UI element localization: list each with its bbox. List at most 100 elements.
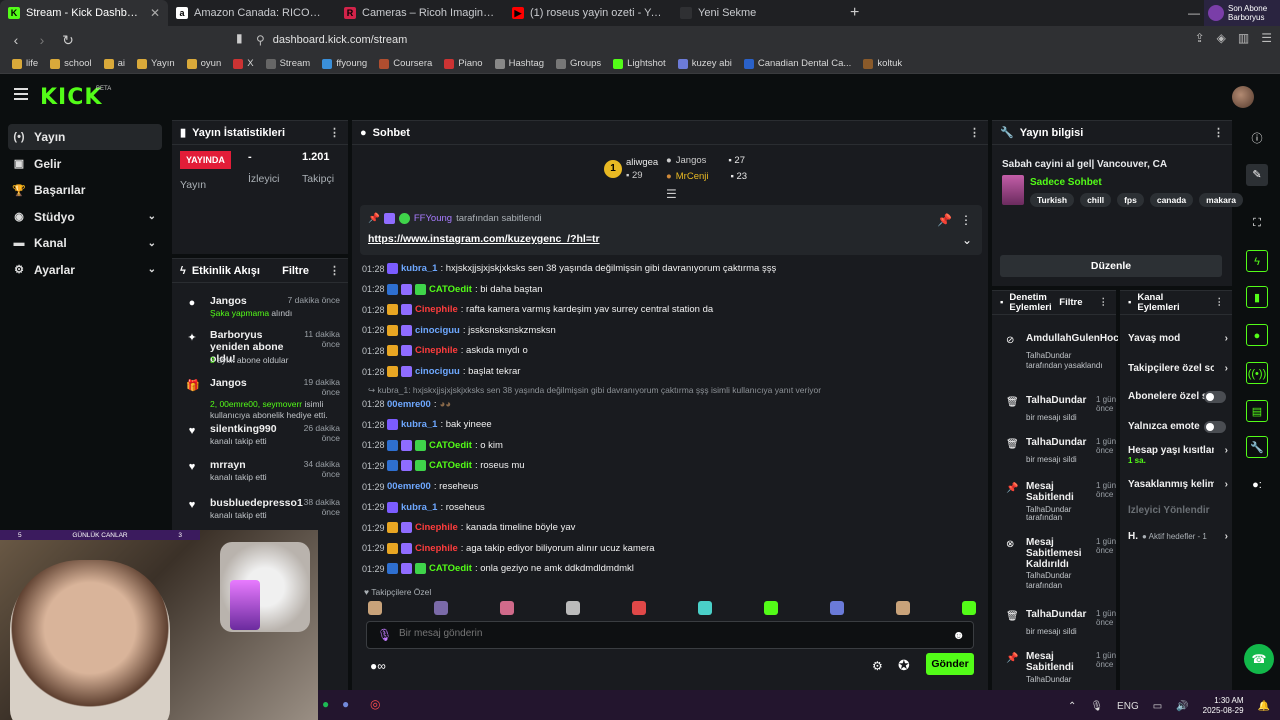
message-user[interactable]: Cinephile	[415, 304, 458, 315]
sidebar-item-kanal[interactable]: ▬ Kanal ⌄	[8, 230, 162, 256]
support-icon[interactable]: ☎	[1244, 644, 1274, 674]
gear-icon[interactable]: ⚙	[872, 659, 883, 673]
emote-icon[interactable]	[500, 601, 514, 615]
bookmark-item[interactable]: life	[8, 58, 42, 69]
browser-tab[interactable]: K Stream - Kick Dashboard ✕	[0, 0, 168, 26]
chat-message[interactable]: 01:28 CATOedit: o kim	[362, 439, 503, 451]
bookmark-item[interactable]: ffyoung	[318, 58, 371, 69]
chat-message[interactable]: 01:29 CATOedit: onla geziyo ne amk ddkdmd…	[362, 563, 634, 575]
more-icon[interactable]: ⋮	[329, 126, 340, 139]
emote-icon[interactable]	[566, 601, 580, 615]
message-user[interactable]: CATOedit	[429, 440, 472, 451]
spotify-icon[interactable]: ●	[322, 697, 329, 711]
chat-icon[interactable]: ●	[1246, 324, 1268, 346]
sidebar-item-gelir[interactable]: ▣ Gelir	[8, 151, 162, 177]
browser-tab[interactable]: R Cameras – Ricoh Imaging Canada	[336, 0, 504, 26]
reload-icon[interactable]: ↻	[58, 32, 78, 49]
bookmark-item[interactable]: Piano	[440, 58, 486, 69]
emote-icon[interactable]	[830, 601, 844, 615]
bookmark-item[interactable]: X	[229, 58, 257, 69]
bookmark-item[interactable]: Canadian Dental Ca...	[740, 58, 855, 69]
stream-tag[interactable]: fps	[1117, 193, 1144, 207]
channel-action-item[interactable]: Yalnızca emote	[1128, 421, 1232, 437]
broadcast-icon[interactable]: ((•))	[1246, 362, 1268, 384]
toggle-switch[interactable]	[1204, 421, 1226, 433]
emoji-icon[interactable]: ☻	[952, 628, 965, 642]
mod-action-name[interactable]: TalhaDundar	[1026, 437, 1096, 448]
chat-message[interactable]: 01:29 CATOedit: roseus mu	[362, 460, 525, 472]
close-tab-icon[interactable]: ✕	[150, 6, 160, 20]
chevron-down-icon[interactable]: ⌄	[148, 238, 156, 249]
sidebar-item-yayın[interactable]: (•) Yayın	[8, 124, 162, 150]
chevron-down-icon[interactable]: ⌄	[148, 264, 156, 275]
message-user[interactable]: cinociguu	[415, 366, 460, 377]
mod-action-name[interactable]: Mesaj Sabitlemesi Kaldırıldı	[1026, 537, 1096, 570]
emote-icon[interactable]	[434, 601, 448, 615]
message-user[interactable]: CATOedit	[429, 563, 472, 574]
points-icon[interactable]: ●∞	[370, 659, 386, 673]
channel-action-item[interactable]: Abonelere özel sohbet	[1128, 391, 1232, 407]
chevron-right-icon[interactable]: ›	[1225, 445, 1228, 456]
sidebar-item-başarılar[interactable]: 🏆 Başarılar	[8, 177, 162, 203]
bookmark-item[interactable]: ai	[100, 58, 129, 69]
chat-message[interactable]: 01:28 cinociguu: başlat tekrar	[362, 366, 520, 377]
chat-input[interactable]	[399, 628, 939, 639]
menu-icon[interactable]	[14, 88, 28, 103]
channel-action-item[interactable]: Yasaklanmış kelimeler ›	[1128, 479, 1232, 495]
chat-message[interactable]: 01:28 kubra_1: hxjskxjjsjxjskjxksks sen 3…	[362, 263, 776, 274]
more-icon[interactable]: ⋮	[969, 126, 980, 139]
channel-action-item[interactable]: İzleyici Yönlendir	[1128, 505, 1232, 521]
bookmark-item[interactable]: koltuk	[859, 58, 906, 69]
moderation-icon[interactable]: ▤	[1246, 400, 1268, 422]
bookmark-item[interactable]: Yayın	[133, 58, 179, 69]
category-name[interactable]: Sadece Sohbet	[1030, 177, 1102, 188]
notifications-icon[interactable]: 🔔	[1258, 701, 1270, 712]
message-user[interactable]: kubra_1	[401, 502, 437, 513]
sidebar-toggle-icon[interactable]: ▥	[1238, 31, 1249, 45]
channel-action-item[interactable]: Takipçilere özel sohbet ›	[1128, 363, 1232, 379]
minimize-icon[interactable]: —	[1188, 6, 1200, 20]
pinned-link[interactable]: https://www.instagram.com/kuzeygenc_/?hl…	[368, 233, 600, 245]
bookmark-item[interactable]: Lightshot	[609, 58, 670, 69]
chat-message[interactable]: 01:29 kubra_1: roseheus	[362, 501, 485, 513]
bookmark-item[interactable]: Groups	[552, 58, 605, 69]
mod-action-name[interactable]: AmdullahGulenHocam	[1026, 333, 1118, 344]
unpin-icon[interactable]: 📌	[937, 213, 952, 227]
more-icon[interactable]: ⋮	[1213, 126, 1224, 139]
message-user[interactable]: cinociguu	[415, 325, 460, 336]
edit-button[interactable]: Düzenle	[1000, 255, 1222, 277]
channel-action-item[interactable]: Yavaş mod ›	[1128, 333, 1232, 349]
filter-button[interactable]: Filtre	[1059, 297, 1082, 308]
more-icon[interactable]: ⋮	[960, 213, 972, 227]
stream-tag[interactable]: Turkish	[1030, 193, 1075, 207]
emote-icon[interactable]	[896, 601, 910, 615]
new-tab-button[interactable]: +	[840, 4, 869, 22]
stats-icon[interactable]: ▮	[1246, 286, 1268, 308]
toggle-switch[interactable]	[1204, 391, 1226, 403]
mod-action-name[interactable]: Mesaj Sabitlendi	[1026, 651, 1096, 673]
url-text[interactable]: dashboard.kick.com/stream	[273, 34, 408, 46]
message-user[interactable]: Cinephile	[415, 345, 458, 356]
bookmark-item[interactable]: Hashtag	[491, 58, 548, 69]
bookmark-icon[interactable]: ▮	[236, 31, 243, 45]
obs-icon[interactable]: ◎	[370, 697, 380, 711]
user-avatar[interactable]	[1232, 86, 1254, 108]
wrench-icon[interactable]: 🔧	[1246, 436, 1268, 458]
emote-icon[interactable]	[368, 601, 382, 615]
site-settings-icon[interactable]: ⚲	[256, 33, 265, 47]
mod-action-name[interactable]: TalhaDundar	[1026, 395, 1096, 406]
message-user[interactable]: CATOedit	[429, 460, 472, 471]
mod-action-name[interactable]: TalhaDundar	[1026, 609, 1096, 620]
sidebar-item-ayarlar[interactable]: ⚙ Ayarlar ⌄	[8, 257, 162, 283]
bookmark-item[interactable]: Coursera	[375, 58, 436, 69]
sidebar-item-stüdyo[interactable]: ◉ Stüdyo ⌄	[8, 204, 162, 230]
back-icon[interactable]: ‹	[6, 32, 26, 48]
chat-message[interactable]: 01:29 Cinephile: aga takip ediyor biliyor…	[362, 542, 655, 554]
browser-tab[interactable]: Yeni Sekme	[672, 0, 840, 26]
notification-toast[interactable]: Son Abone Barboryus	[1204, 0, 1280, 26]
fullscreen-icon[interactable]: ⛶	[1246, 212, 1268, 234]
chevron-down-icon[interactable]: ⌄	[148, 211, 156, 222]
chevron-down-icon[interactable]: ⌄	[962, 233, 972, 247]
add-widget-icon[interactable]: ●:	[1246, 474, 1268, 496]
pinned-by-user[interactable]: FFYoung	[414, 213, 452, 224]
